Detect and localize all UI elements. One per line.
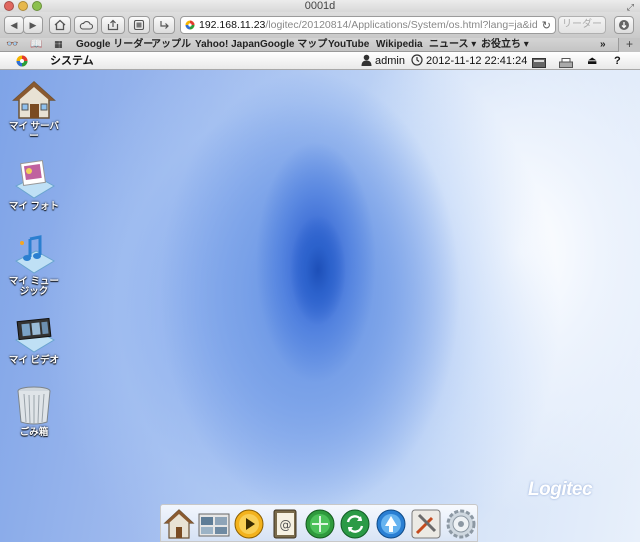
dock-house-icon[interactable] — [163, 508, 195, 540]
zoom-window-button[interactable] — [32, 1, 42, 11]
reading-list-icon — [160, 21, 169, 29]
url-host: 192.168.11.23 — [199, 19, 266, 31]
downloads-button[interactable] — [614, 16, 634, 34]
dock-sync-icon[interactable] — [339, 508, 371, 540]
desktop-icon-label: マイ ミュージック — [8, 276, 60, 297]
share-icon — [107, 19, 119, 31]
back-button[interactable]: ◀ — [4, 16, 24, 34]
dock-media-player-icon[interactable] — [233, 508, 265, 540]
desktop-icon-my-music[interactable]: マイ ミュージック — [6, 235, 62, 297]
icloud-button[interactable] — [74, 16, 98, 34]
video-icon — [12, 314, 56, 354]
desktop-icon-label: マイ フォト — [8, 201, 60, 212]
reload-icon[interactable]: ↻ — [538, 19, 555, 32]
app-dock: @ — [160, 504, 478, 542]
reading-list-button[interactable] — [153, 16, 175, 34]
desktop-icon-my-server[interactable]: マイ サーバー — [6, 80, 62, 142]
photo-icon — [12, 160, 56, 200]
address-url: 192.168.11.23/logitec/20120814/Applicati… — [199, 19, 538, 31]
system-datetime: 2012-11-12 22:41:24 — [426, 55, 528, 67]
bookmark-google-maps[interactable]: Google マップ — [260, 38, 327, 51]
plus-icon: + — [625, 37, 633, 51]
bookmark-youtube[interactable]: YouTube — [328, 38, 369, 51]
house-icon — [12, 80, 56, 120]
dock-settings-gear-icon[interactable] — [445, 508, 477, 540]
dock-file-manager-icon[interactable] — [198, 508, 230, 540]
desktop-icon-trash[interactable]: ごみ箱 — [6, 386, 62, 438]
bookmark-google-reader[interactable]: Google リーダー — [76, 38, 153, 51]
window-titlebar: 0001d ⤢ — [0, 0, 640, 12]
cloud-icon — [79, 20, 93, 30]
home-button[interactable] — [49, 16, 71, 34]
bookmarks-bar: 👓 📖 ▦ Google リーダー アップル Yahoo! Japan Goog… — [0, 38, 640, 52]
desktop-icon-my-video[interactable]: マイ ビデオ — [6, 314, 62, 366]
logitec-logo: Logitec — [528, 479, 593, 500]
url-path: /logitec/20120814/Applications/System/os… — [265, 19, 538, 31]
system-menu[interactable]: システム — [50, 52, 94, 70]
reading-glasses-icon[interactable]: 👓 — [6, 38, 18, 51]
address-bar[interactable]: 192.168.11.23/logitec/20120814/Applicati… — [180, 16, 556, 34]
share-button[interactable] — [101, 16, 125, 34]
home-icon — [54, 19, 66, 31]
desktop-icon-label: マイ ビデオ — [8, 355, 60, 366]
svg-text:@: @ — [280, 518, 292, 532]
bookmark-wikipedia[interactable]: Wikipedia — [376, 38, 423, 51]
close-window-button[interactable] — [4, 1, 14, 11]
user-name[interactable]: admin — [375, 52, 405, 70]
desktop-icon-my-photos[interactable]: マイ フォト — [6, 160, 62, 212]
system-logo-icon[interactable] — [16, 55, 28, 67]
bookmark-useful-folder[interactable]: お役立ち ▾ — [481, 38, 529, 51]
clock-icon — [411, 52, 423, 70]
trash-icon — [12, 386, 56, 426]
book-icon[interactable]: 📖 — [30, 38, 42, 51]
back-arrow-icon: ◀ — [10, 19, 18, 30]
bookmark-news-folder[interactable]: ニュース ▾ — [429, 38, 476, 51]
dock-network-icon[interactable] — [304, 508, 336, 540]
bookmark-apple[interactable]: アップル — [151, 38, 191, 51]
top-sites-icon — [133, 19, 145, 31]
site-favicon-icon — [185, 20, 195, 30]
nas-menubar: システム admin 2012-11-12 22:41:24 ⏏ ? — [0, 52, 640, 70]
forward-button[interactable]: ▶ — [23, 16, 43, 34]
help-icon[interactable]: ? — [614, 52, 621, 70]
downloads-icon — [619, 20, 629, 30]
browser-toolbar: ◀ ▶ 192.168.11.23/logitec/20120814/Appli… — [0, 12, 640, 38]
dock-update-icon[interactable] — [375, 508, 407, 540]
more-bookmarks-icon[interactable]: » — [600, 38, 606, 51]
storage-icon[interactable] — [532, 56, 546, 68]
minimize-window-button[interactable] — [18, 1, 28, 11]
bookmark-yahoo-japan[interactable]: Yahoo! Japan — [195, 38, 260, 51]
grid-icon[interactable]: ▦ — [54, 38, 63, 51]
user-icon — [361, 52, 372, 70]
music-icon — [12, 235, 56, 275]
reader-button[interactable]: リーダー — [558, 16, 606, 34]
eject-icon[interactable]: ⏏ — [587, 52, 597, 70]
top-sites-button[interactable] — [128, 16, 150, 34]
printer-icon[interactable] — [559, 56, 573, 68]
window-title: 0001d — [304, 0, 336, 12]
nas-desktop: システム admin 2012-11-12 22:41:24 ⏏ ? マイ サー… — [0, 52, 640, 542]
dock-tools-icon[interactable] — [410, 508, 442, 540]
dock-address-book-icon[interactable]: @ — [269, 508, 301, 540]
forward-arrow-icon: ▶ — [29, 19, 37, 30]
desktop-icon-label: マイ サーバー — [8, 121, 60, 142]
desktop-icon-label: ごみ箱 — [19, 427, 49, 438]
new-tab-button[interactable]: + — [618, 38, 640, 52]
